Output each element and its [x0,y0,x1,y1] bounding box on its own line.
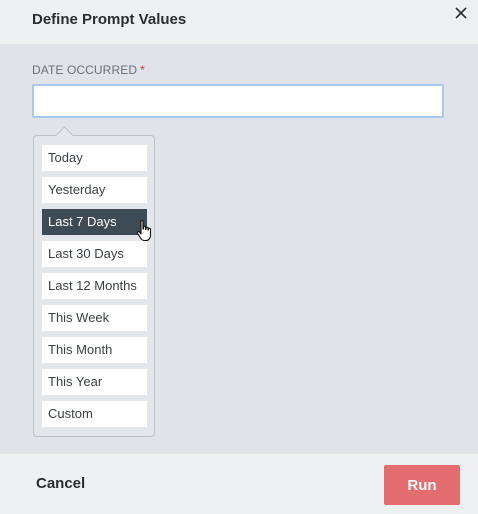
hand-pointer-icon [136,220,152,242]
option-this-year[interactable]: This Year [42,369,147,395]
cancel-button[interactable]: Cancel [36,475,85,492]
run-button[interactable]: Run [384,465,460,505]
option-today[interactable]: Today [42,145,147,171]
dialog-footer: Cancel Run [0,454,478,514]
close-icon[interactable] [452,4,470,22]
option-last-30-days[interactable]: Last 30 Days [42,241,147,267]
option-last-7-days[interactable]: Last 7 Days [42,209,147,235]
option-this-month[interactable]: This Month [42,337,147,363]
define-prompt-values-dialog: Define Prompt Values DATE OCCURRED * Toda… [0,0,478,514]
dialog-header: Define Prompt Values [0,0,478,44]
option-yesterday[interactable]: Yesterday [42,177,147,203]
dialog-title: Define Prompt Values [32,11,187,28]
date-occurred-input[interactable] [32,84,444,118]
date-options-dropdown: Today Yesterday Last 7 Days Last 30 Days… [33,126,155,437]
option-last-12-months[interactable]: Last 12 Months [42,273,147,299]
required-marker: * [140,63,145,77]
dropdown-caret [55,126,74,145]
date-occurred-label: DATE OCCURRED * [32,63,145,77]
option-custom[interactable]: Custom [42,401,147,427]
date-occurred-label-text: DATE OCCURRED [32,63,138,77]
option-this-week[interactable]: This Week [42,305,147,331]
